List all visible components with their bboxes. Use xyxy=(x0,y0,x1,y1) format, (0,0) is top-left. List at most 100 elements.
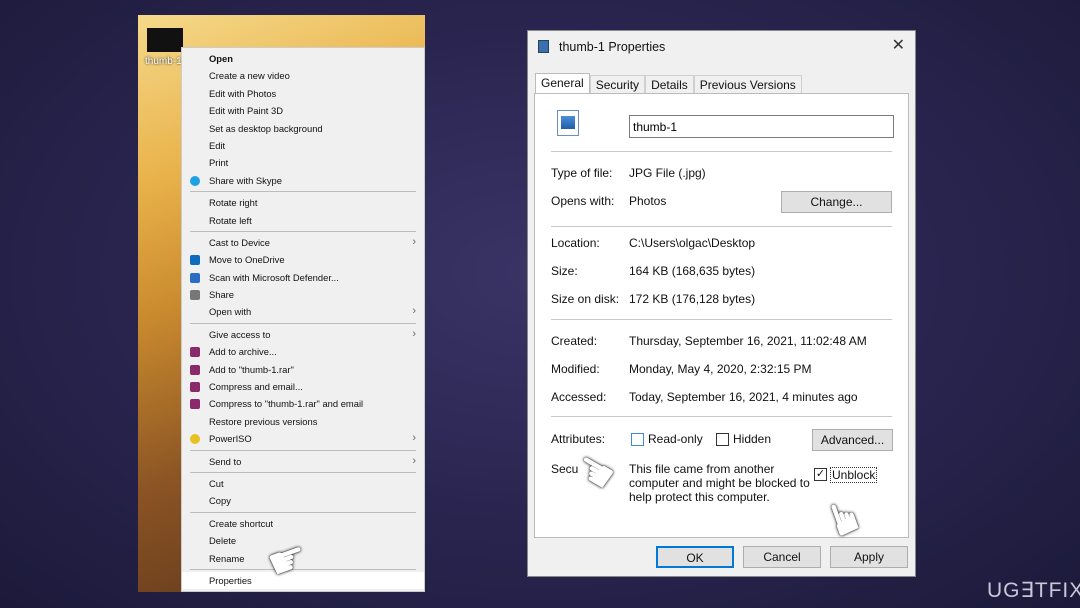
menu-item-add-to-thumb-1-rar[interactable]: Add to "thumb-1.rar" xyxy=(182,361,424,378)
menu-item-label: Give access to xyxy=(209,328,271,340)
menu-item-label: Create a new video xyxy=(209,70,290,82)
menu-item-add-to-archive[interactable]: Add to archive... xyxy=(182,343,424,360)
menu-item-label: Print xyxy=(209,157,229,169)
menu-item-label: PowerISO xyxy=(209,433,252,445)
menu-item-label: Copy xyxy=(209,495,231,507)
menu-item-edit-with-paint-3d[interactable]: Edit with Paint 3D xyxy=(182,102,424,119)
winrar-icon xyxy=(190,364,200,375)
menu-item-print[interactable]: Print xyxy=(182,154,424,171)
pointing-hand-icon: ☛ xyxy=(814,490,875,545)
tab-details[interactable]: Details xyxy=(645,75,694,95)
image-file-icon xyxy=(557,110,579,136)
menu-item-copy[interactable]: Copy xyxy=(182,492,424,509)
menu-item-send-to[interactable]: Send to › xyxy=(182,453,424,470)
security-message: This file came from another computer and… xyxy=(629,462,810,504)
menu-item-share-with-skype[interactable]: Share with Skype xyxy=(182,172,424,189)
menu-item-label: Properties xyxy=(209,574,252,586)
menu-item-label: Cast to Device xyxy=(209,236,270,248)
ok-button[interactable]: OK xyxy=(656,546,734,568)
menu-item-label: Scan with Microsoft Defender... xyxy=(209,271,339,283)
unblock-label[interactable]: Unblock xyxy=(830,467,878,483)
menu-item-edit[interactable]: Edit xyxy=(182,137,424,154)
pointing-hand-icon: ☛ xyxy=(565,441,625,504)
modified-value: Monday, May 4, 2020, 2:32:15 PM xyxy=(629,362,812,376)
share-icon xyxy=(190,290,200,301)
menu-item-cast-to-device[interactable]: Cast to Device › xyxy=(182,234,424,251)
winrar-icon xyxy=(190,382,200,393)
size-on-disk-value: 172 KB (176,128 bytes) xyxy=(629,292,756,306)
menu-item-cut[interactable]: Cut xyxy=(182,475,424,492)
image-file-icon xyxy=(538,40,549,53)
created-label: Created: xyxy=(551,334,598,348)
hidden-checkbox[interactable] xyxy=(716,433,729,446)
modified-label: Modified: xyxy=(551,362,600,376)
menu-item-label: Restore previous versions xyxy=(209,415,318,427)
menu-item-open-with[interactable]: Open with › xyxy=(182,303,424,320)
menu-item-label: Add to archive... xyxy=(209,346,277,358)
menu-item-scan-with-microsoft-defender[interactable]: Scan with Microsoft Defender... xyxy=(182,269,424,286)
size-value: 164 KB (168,635 bytes) xyxy=(629,264,756,278)
menu-item-share[interactable]: Share xyxy=(182,286,424,303)
read-only-checkbox[interactable] xyxy=(631,433,644,446)
menu-item-label: Open with xyxy=(209,306,252,318)
file-thumbnail[interactable] xyxy=(147,28,183,52)
menu-item-poweriso[interactable]: PowerISO › xyxy=(182,430,424,447)
file-label[interactable]: thumb-1 xyxy=(145,56,182,67)
menu-item-label: Compress and email... xyxy=(209,381,303,393)
menu-item-create-a-new-video[interactable]: Create a new video xyxy=(182,67,424,84)
properties-dialog: thumb-1 Properties ✕ General Security Deta… xyxy=(527,30,916,577)
type-label: Type of file: xyxy=(551,166,613,180)
size-on-disk-label: Size on disk: xyxy=(551,292,620,306)
general-panel: Type of file: JPG File (.jpg) Opens with… xyxy=(534,93,909,544)
menu-item-set-as-desktop-background[interactable]: Set as desktop background xyxy=(182,120,424,137)
file-name-input[interactable] xyxy=(629,115,894,138)
accessed-label: Accessed: xyxy=(551,390,607,404)
onedrive-icon xyxy=(190,255,200,266)
menu-item-compress-and-email[interactable]: Compress and email... xyxy=(182,378,424,395)
menu-item-label: Compress to "thumb-1.rar" and email xyxy=(209,398,364,410)
chevron-right-icon: › xyxy=(412,454,416,467)
dialog-title: thumb-1 Properties xyxy=(559,40,666,54)
menu-item-create-shortcut[interactable]: Create shortcut xyxy=(182,515,424,532)
winrar-icon xyxy=(190,399,200,410)
menu-item-label: Cut xyxy=(209,477,224,489)
menu-item-label: Move to OneDrive xyxy=(209,254,285,266)
menu-item-label: Open xyxy=(209,53,233,64)
read-only-label[interactable]: Read-only xyxy=(648,432,703,446)
menu-item-label: Delete xyxy=(209,535,237,547)
menu-item-rotate-right[interactable]: Rotate right xyxy=(182,194,424,211)
menu-item-restore-previous-versions[interactable]: Restore previous versions xyxy=(182,413,424,430)
location-value: C:\Users\olgac\Desktop xyxy=(629,236,756,250)
unblock-checkbox[interactable]: ✓ xyxy=(814,468,827,481)
chevron-right-icon: › xyxy=(412,235,416,248)
tab-security[interactable]: Security xyxy=(589,75,646,95)
location-label: Location: xyxy=(551,236,600,250)
menu-item-label: Create shortcut xyxy=(209,517,274,529)
accessed-value: Today, September 16, 2021, 4 minutes ago xyxy=(629,390,858,404)
menu-item-rotate-left[interactable]: Rotate left xyxy=(182,212,424,229)
cancel-button[interactable]: Cancel xyxy=(743,546,821,568)
opens-with-label: Opens with: xyxy=(551,194,615,208)
menu-item-move-to-onedrive[interactable]: Move to OneDrive xyxy=(182,251,424,268)
change-button[interactable]: Change... xyxy=(781,191,892,213)
menu-item-label: Share with Skype xyxy=(209,174,282,186)
menu-item-open[interactable]: Open xyxy=(182,50,424,67)
chevron-right-icon: › xyxy=(412,305,416,318)
menu-item-give-access-to[interactable]: Give access to › xyxy=(182,326,424,343)
advanced-button[interactable]: Advanced... xyxy=(812,429,893,451)
chevron-right-icon: › xyxy=(412,432,416,445)
menu-item-label: Edit with Paint 3D xyxy=(209,105,283,117)
menu-item-edit-with-photos[interactable]: Edit with Photos xyxy=(182,85,424,102)
close-icon[interactable]: ✕ xyxy=(892,35,905,55)
poweriso-icon xyxy=(190,434,200,445)
apply-button[interactable]: Apply xyxy=(830,546,908,568)
chevron-right-icon: › xyxy=(412,327,416,340)
tab-previous-versions[interactable]: Previous Versions xyxy=(693,75,802,95)
menu-item-label: Send to xyxy=(209,455,242,467)
menu-item-compress-to-thumb-1-rar-and-email[interactable]: Compress to "thumb-1.rar" and email xyxy=(182,395,424,412)
type-value: JPG File (.jpg) xyxy=(629,166,706,180)
hidden-label[interactable]: Hidden xyxy=(733,432,771,446)
menu-item-label: Rotate right xyxy=(209,197,258,209)
winrar-icon xyxy=(190,347,200,358)
context-menu: Open Create a new video Edit with Photos Ed… xyxy=(181,47,425,592)
